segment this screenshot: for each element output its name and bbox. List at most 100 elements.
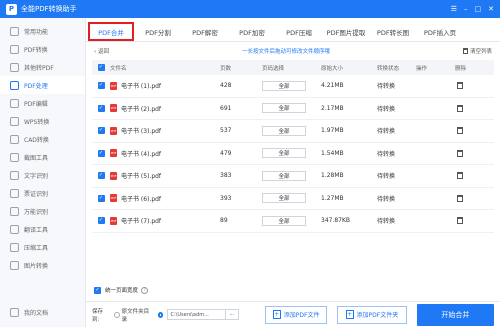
sidebar-item-label: 文字识别	[24, 172, 49, 180]
sidebar-item-6[interactable]: CAD转换	[0, 130, 85, 148]
sidebar-item-13[interactable]: 图片转换	[0, 256, 85, 274]
page-range-button[interactable]: 全部	[262, 103, 306, 114]
sidebar-item-0[interactable]: 常用功能	[0, 22, 85, 40]
row-checkbox[interactable]: ✓	[97, 127, 105, 135]
page-range-button[interactable]: 全部	[262, 80, 306, 91]
sidebar-item-11[interactable]: 翻译工具	[0, 220, 85, 238]
tab-6[interactable]: PDF转长图	[370, 23, 416, 41]
delete-icon[interactable]	[457, 82, 463, 90]
sidebar-item-label: WPS转换	[24, 118, 50, 126]
table-row[interactable]: ✓ PDF 电子书 (4).pdf 479 全部 1.54MB 待转换	[92, 143, 494, 165]
sidebar-item-8[interactable]: 文字识别	[0, 166, 85, 184]
help-icon[interactable]: ?	[141, 286, 149, 294]
row-checkbox[interactable]: ✓	[97, 104, 105, 112]
page-range-button[interactable]: 全部	[262, 170, 306, 181]
tab-bar: PDF合并 PDF分割 PDF解密 PDF加密 PDF压缩 PDF图片提取 PDF转长图 PD…	[86, 18, 500, 42]
unify-width-label: 统一页面宽度	[105, 288, 139, 294]
maximize-icon[interactable]: □	[475, 5, 482, 13]
source-folder-radio[interactable]	[113, 311, 120, 318]
sidebar-item-label: CAD转换	[24, 136, 49, 144]
delete-icon[interactable]	[457, 149, 463, 157]
page-count: 537	[220, 127, 232, 135]
pdf-file-icon: PDF	[110, 171, 117, 180]
convert-status: 待转换	[377, 128, 396, 136]
sidebar-item-3[interactable]: PDF处理	[0, 76, 85, 94]
star-icon	[10, 26, 19, 36]
page-range-button[interactable]: 全部	[262, 148, 306, 159]
header-size: 原始大小	[321, 65, 344, 72]
sidebar-item-10[interactable]: 万能识别	[0, 202, 85, 220]
compress-icon	[10, 242, 19, 252]
page-range-button[interactable]: 全部	[262, 125, 306, 136]
convert-status: 待转换	[377, 105, 396, 113]
sidebar-item-1[interactable]: PDF转换	[0, 40, 85, 58]
trash-icon	[462, 48, 468, 54]
table-row[interactable]: ✓ PDF 电子书 (2).pdf 691 全部 2.17MB 待转换	[92, 98, 494, 120]
sidebar-item-12[interactable]: 压缩工具	[0, 238, 85, 256]
tab-4[interactable]: PDF压缩	[276, 23, 322, 41]
page-range-button[interactable]: 全部	[262, 215, 306, 226]
start-merge-button[interactable]: 开始合并	[416, 303, 495, 326]
delete-icon[interactable]	[457, 194, 463, 202]
row-checkbox[interactable]: ✓	[97, 194, 105, 202]
sidebar-item-4[interactable]: PDF编辑	[0, 94, 85, 112]
sidebar-item-label: 图片转换	[24, 262, 49, 270]
title-bar: P 全能PDF转换助手 ☰ – □ ✕	[0, 0, 500, 18]
row-checkbox[interactable]: ✓	[97, 82, 105, 90]
tab-3[interactable]: PDF加密	[229, 23, 275, 41]
tab-5[interactable]: PDF图片提取	[323, 23, 369, 41]
tab-0[interactable]: PDF合并	[88, 22, 134, 41]
table-row[interactable]: ✓ PDF 电子书 (3).pdf 537 全部 1.97MB 待转换	[92, 120, 494, 143]
table-row[interactable]: ✓ PDF 电子书 (7).pdf 89 全部 347.87KB 待转换	[92, 210, 494, 233]
add-pdf-folder-button[interactable]: + 添加PDF文件夹	[337, 305, 407, 324]
custom-path-radio[interactable]	[157, 311, 164, 318]
file-table: ✓ 文件名 页数 页码选择 原始大小 转换状态 操作 删除 ✓ PDF 电子书 (1…	[92, 60, 494, 233]
sidebar-item-label: 压缩工具	[24, 244, 49, 252]
convert-status: 待转换	[377, 83, 396, 91]
page-count: 691	[220, 104, 232, 112]
delete-icon[interactable]	[457, 127, 463, 135]
row-checkbox[interactable]: ✓	[97, 217, 105, 225]
tab-7[interactable]: PDF插入页	[417, 23, 463, 41]
clear-list-label: 清空列表	[469, 49, 492, 55]
close-icon[interactable]: ✕	[488, 5, 494, 13]
unify-width-checkbox[interactable]: ✓	[94, 286, 101, 294]
page-count: 428	[220, 82, 232, 90]
unify-width-option[interactable]: ✓ 统一页面宽度 ?	[94, 286, 149, 294]
table-row[interactable]: ✓ PDF 电子书 (5).pdf 383 全部 1.28MB 待转换	[92, 165, 494, 188]
delete-icon[interactable]	[457, 217, 463, 225]
page-count: 383	[220, 172, 232, 180]
convert-status: 待转换	[377, 195, 396, 203]
save-to-label: 保存到:	[92, 308, 104, 323]
table-row[interactable]: ✓ PDF 电子书 (6).pdf 393 全部 1.27MB 待转换	[92, 188, 494, 210]
page-range-button[interactable]: 全部	[262, 193, 306, 204]
tab-2[interactable]: PDF解密	[182, 23, 228, 41]
menu-icon[interactable]: ☰	[451, 5, 457, 13]
scissors-icon	[10, 152, 19, 162]
minimize-icon[interactable]: –	[464, 5, 468, 13]
process-icon	[10, 80, 19, 90]
delete-icon[interactable]	[457, 172, 463, 180]
output-path-input[interactable]: C:\Users\adm...	[167, 309, 226, 320]
wps-icon	[10, 116, 19, 126]
sidebar-item-9[interactable]: 票证识别	[0, 184, 85, 202]
table-row[interactable]: ✓ PDF 电子书 (1).pdf 428 全部 4.21MB 待转换	[92, 75, 494, 98]
sidebar-item-my-documents[interactable]: 我的文档	[0, 303, 85, 321]
sidebar-item-2[interactable]: 其他转PDF	[0, 58, 85, 76]
row-checkbox[interactable]: ✓	[97, 172, 105, 180]
file-name: 电子书 (4).pdf	[121, 150, 162, 158]
browse-button[interactable]: ···	[225, 309, 240, 320]
delete-icon[interactable]	[457, 104, 463, 112]
table-body: ✓ PDF 电子书 (1).pdf 428 全部 4.21MB 待转换 ✓ PDF 电子书 (2)…	[92, 75, 494, 233]
add-pdf-file-button[interactable]: + 添加PDF文件	[265, 305, 328, 324]
clear-list-button[interactable]: 清空列表	[462, 47, 492, 55]
add-file-label: 添加PDF文件	[283, 312, 320, 319]
back-button[interactable]: ‹ 返回	[94, 47, 109, 55]
sidebar-item-label: 翻译工具	[24, 226, 49, 234]
select-all-checkbox[interactable]: ✓	[97, 64, 105, 71]
sidebar-item-5[interactable]: WPS转换	[0, 112, 85, 130]
tab-1[interactable]: PDF分割	[135, 23, 181, 41]
import-icon	[10, 62, 19, 72]
row-checkbox[interactable]: ✓	[97, 149, 105, 157]
sidebar-item-7[interactable]: 截图工具	[0, 148, 85, 166]
